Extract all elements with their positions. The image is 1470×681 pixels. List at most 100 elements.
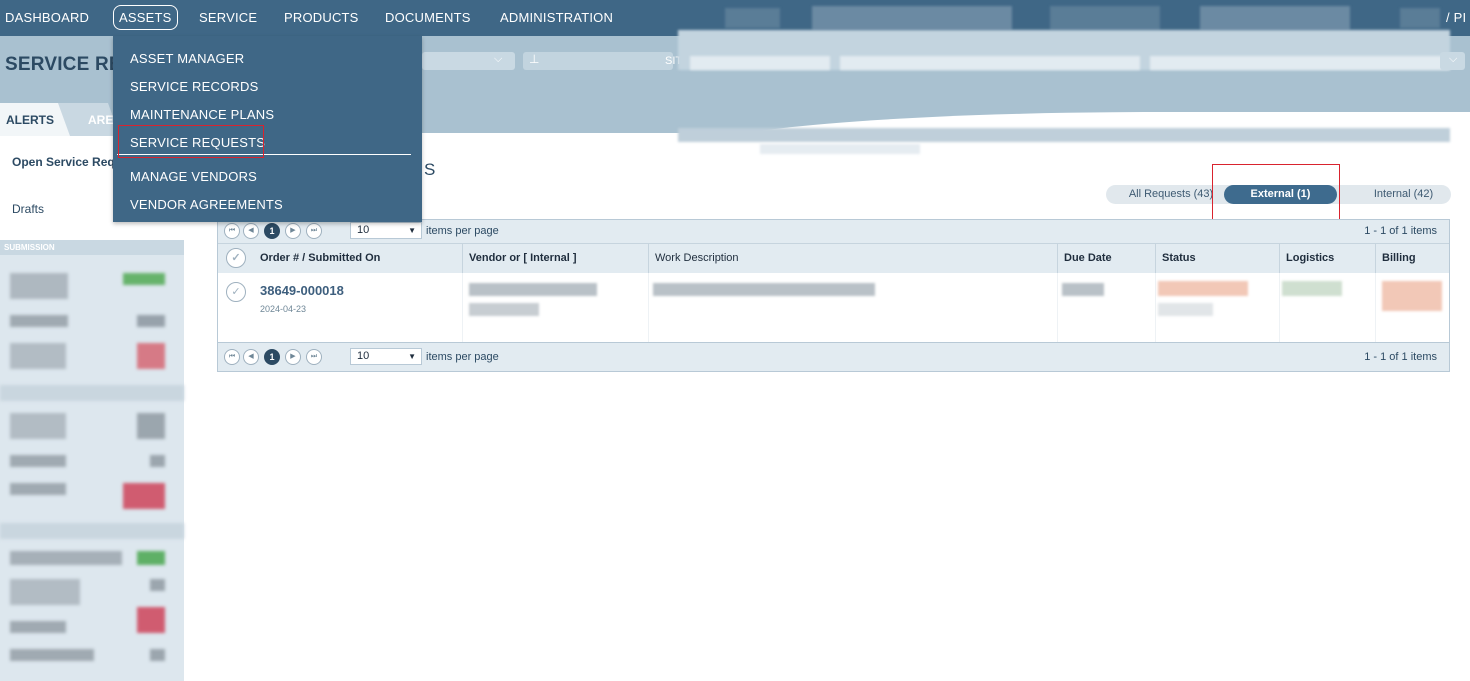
site-filter[interactable]: ⊥ SIT	[523, 52, 682, 70]
menu-item-service-records[interactable]: SERVICE RECORDS	[130, 79, 258, 94]
nav-assets[interactable]: ASSETS	[113, 5, 178, 30]
prev-page-icon[interactable]: ◀	[243, 223, 259, 239]
menu-item-manage-vendors[interactable]: MANAGE VENDORS	[130, 169, 257, 184]
column-header-vendor[interactable]: Vendor or [ Internal ]	[462, 244, 649, 273]
redacted-block	[690, 56, 830, 70]
redacted-block	[725, 8, 780, 28]
pager-bottom: ⏮ ◀ 1 ▶ ⏭ 10 ▼ items per page 1 - 1 of 1 …	[218, 342, 1449, 371]
filter-internal[interactable]: Internal (42)	[1356, 185, 1451, 204]
filter-select[interactable]: ⌵	[422, 52, 515, 70]
pager-range: 1 - 1 of 1 items	[1364, 351, 1437, 363]
last-page-icon[interactable]: ⏭	[306, 223, 322, 239]
first-page-icon[interactable]: ⏮	[224, 223, 240, 239]
redacted-cell	[653, 283, 875, 296]
page-size-value: 10	[357, 224, 370, 236]
pin-icon: ⊥	[529, 52, 540, 66]
billing-cell	[1375, 273, 1449, 342]
next-page-icon[interactable]: ▶	[285, 223, 301, 239]
sidebar-data-panel	[0, 255, 184, 681]
redacted-cell	[0, 523, 184, 539]
prev-page-icon[interactable]: ◀	[243, 349, 259, 365]
redacted-cell	[10, 273, 68, 299]
redacted-block	[678, 128, 1450, 142]
nav-administration[interactable]: ADMINISTRATION	[500, 10, 613, 25]
user-menu[interactable]: / PI	[1446, 10, 1466, 25]
redacted-block	[1050, 6, 1160, 30]
column-header-logistics[interactable]: Logistics	[1279, 244, 1375, 273]
redacted-cell	[137, 315, 165, 327]
chevron-down-icon: ⌵	[494, 53, 503, 65]
filter-select[interactable]: ⌵	[1440, 52, 1465, 70]
column-header-due-date[interactable]: Due Date	[1057, 244, 1155, 273]
redacted-cell	[469, 283, 597, 296]
table-row[interactable]: ✓ 38649-000018 2024-04-23	[218, 273, 1449, 342]
redacted-block	[760, 144, 920, 154]
nav-documents[interactable]: DOCUMENTS	[385, 10, 471, 25]
work-description-cell	[648, 273, 1058, 342]
nav-dashboard[interactable]: DASHBOARD	[5, 10, 89, 25]
filter-all-requests[interactable]: All Requests (43)	[1116, 185, 1226, 204]
vendor-cell	[462, 273, 649, 342]
first-page-icon[interactable]: ⏮	[224, 349, 240, 365]
next-page-icon[interactable]: ▶	[285, 349, 301, 365]
redacted-cell	[1062, 283, 1104, 296]
column-header-order-label: Order # / Submitted On	[260, 252, 381, 264]
redacted-cell	[10, 579, 80, 605]
column-header-status[interactable]: Status	[1155, 244, 1279, 273]
menu-item-vendor-agreements[interactable]: VENDOR AGREEMENTS	[130, 197, 283, 212]
page-number-current[interactable]: 1	[264, 349, 280, 365]
tab-alerts-label: ALERTS	[6, 113, 54, 127]
redacted-block	[1400, 8, 1440, 28]
column-header-work-description[interactable]: Work Description	[648, 244, 1058, 273]
redacted-cell	[10, 483, 66, 495]
redacted-cell	[123, 483, 165, 509]
redacted-cell	[137, 343, 165, 369]
column-header-billing[interactable]: Billing	[1375, 244, 1449, 273]
logistics-cell	[1279, 273, 1375, 342]
page-number-current[interactable]: 1	[264, 223, 280, 239]
check-circle-icon[interactable]: ✓	[226, 248, 246, 268]
chevron-down-icon: ▼	[408, 226, 416, 235]
redacted-cell	[137, 413, 165, 439]
redacted-cell	[469, 303, 539, 316]
due-date-cell	[1057, 273, 1155, 342]
redacted-block	[1150, 56, 1450, 70]
redacted-cell	[150, 455, 165, 467]
nav-products[interactable]: PRODUCTS	[284, 10, 359, 25]
status-cell	[1155, 273, 1279, 342]
redacted-cell	[10, 551, 122, 565]
chevron-down-icon: ⌵	[1449, 53, 1458, 65]
redacted-cell	[0, 385, 184, 401]
redacted-cell	[10, 315, 68, 327]
redacted-block	[840, 56, 1140, 70]
redacted-cell	[150, 649, 165, 661]
page-size-select[interactable]: 10 ▼	[350, 348, 422, 365]
last-page-icon[interactable]: ⏭	[306, 349, 322, 365]
menu-item-asset-manager[interactable]: ASSET MANAGER	[130, 51, 244, 66]
check-circle-icon[interactable]: ✓	[226, 282, 246, 302]
redacted-cell	[1282, 281, 1342, 296]
highlight-box-external	[1212, 164, 1340, 225]
redacted-cell	[10, 413, 66, 439]
column-header-order[interactable]: ✓ Order # / Submitted On	[218, 244, 449, 273]
page-size-select[interactable]: 10 ▼	[350, 222, 422, 239]
redacted-cell	[1382, 281, 1442, 311]
redacted-cell	[137, 551, 165, 565]
nav-service[interactable]: SERVICE	[199, 10, 257, 25]
submitted-on-date: 2024-04-23	[260, 304, 307, 314]
pager-range: 1 - 1 of 1 items	[1364, 225, 1437, 237]
redacted-block	[1200, 6, 1350, 30]
chevron-down-icon: ▼	[408, 352, 416, 361]
redacted-cell	[150, 579, 165, 591]
redacted-cell	[10, 343, 66, 369]
order-number-link[interactable]: 38649-000018	[260, 283, 344, 298]
tab-areas-label: ARE	[88, 113, 114, 127]
menu-item-maintenance-plans[interactable]: MAINTENANCE PLANS	[130, 107, 274, 122]
redacted-cell	[1158, 281, 1248, 296]
redacted-cell	[1158, 303, 1213, 316]
service-requests-grid: ⏮ ◀ 1 ▶ ⏭ 10 ▼ items per page 1 - 1 of 1 …	[217, 219, 1450, 372]
redacted-cell	[10, 649, 94, 661]
redacted-cell	[137, 607, 165, 633]
page-size-value: 10	[357, 350, 370, 362]
redacted-cell	[10, 621, 66, 633]
